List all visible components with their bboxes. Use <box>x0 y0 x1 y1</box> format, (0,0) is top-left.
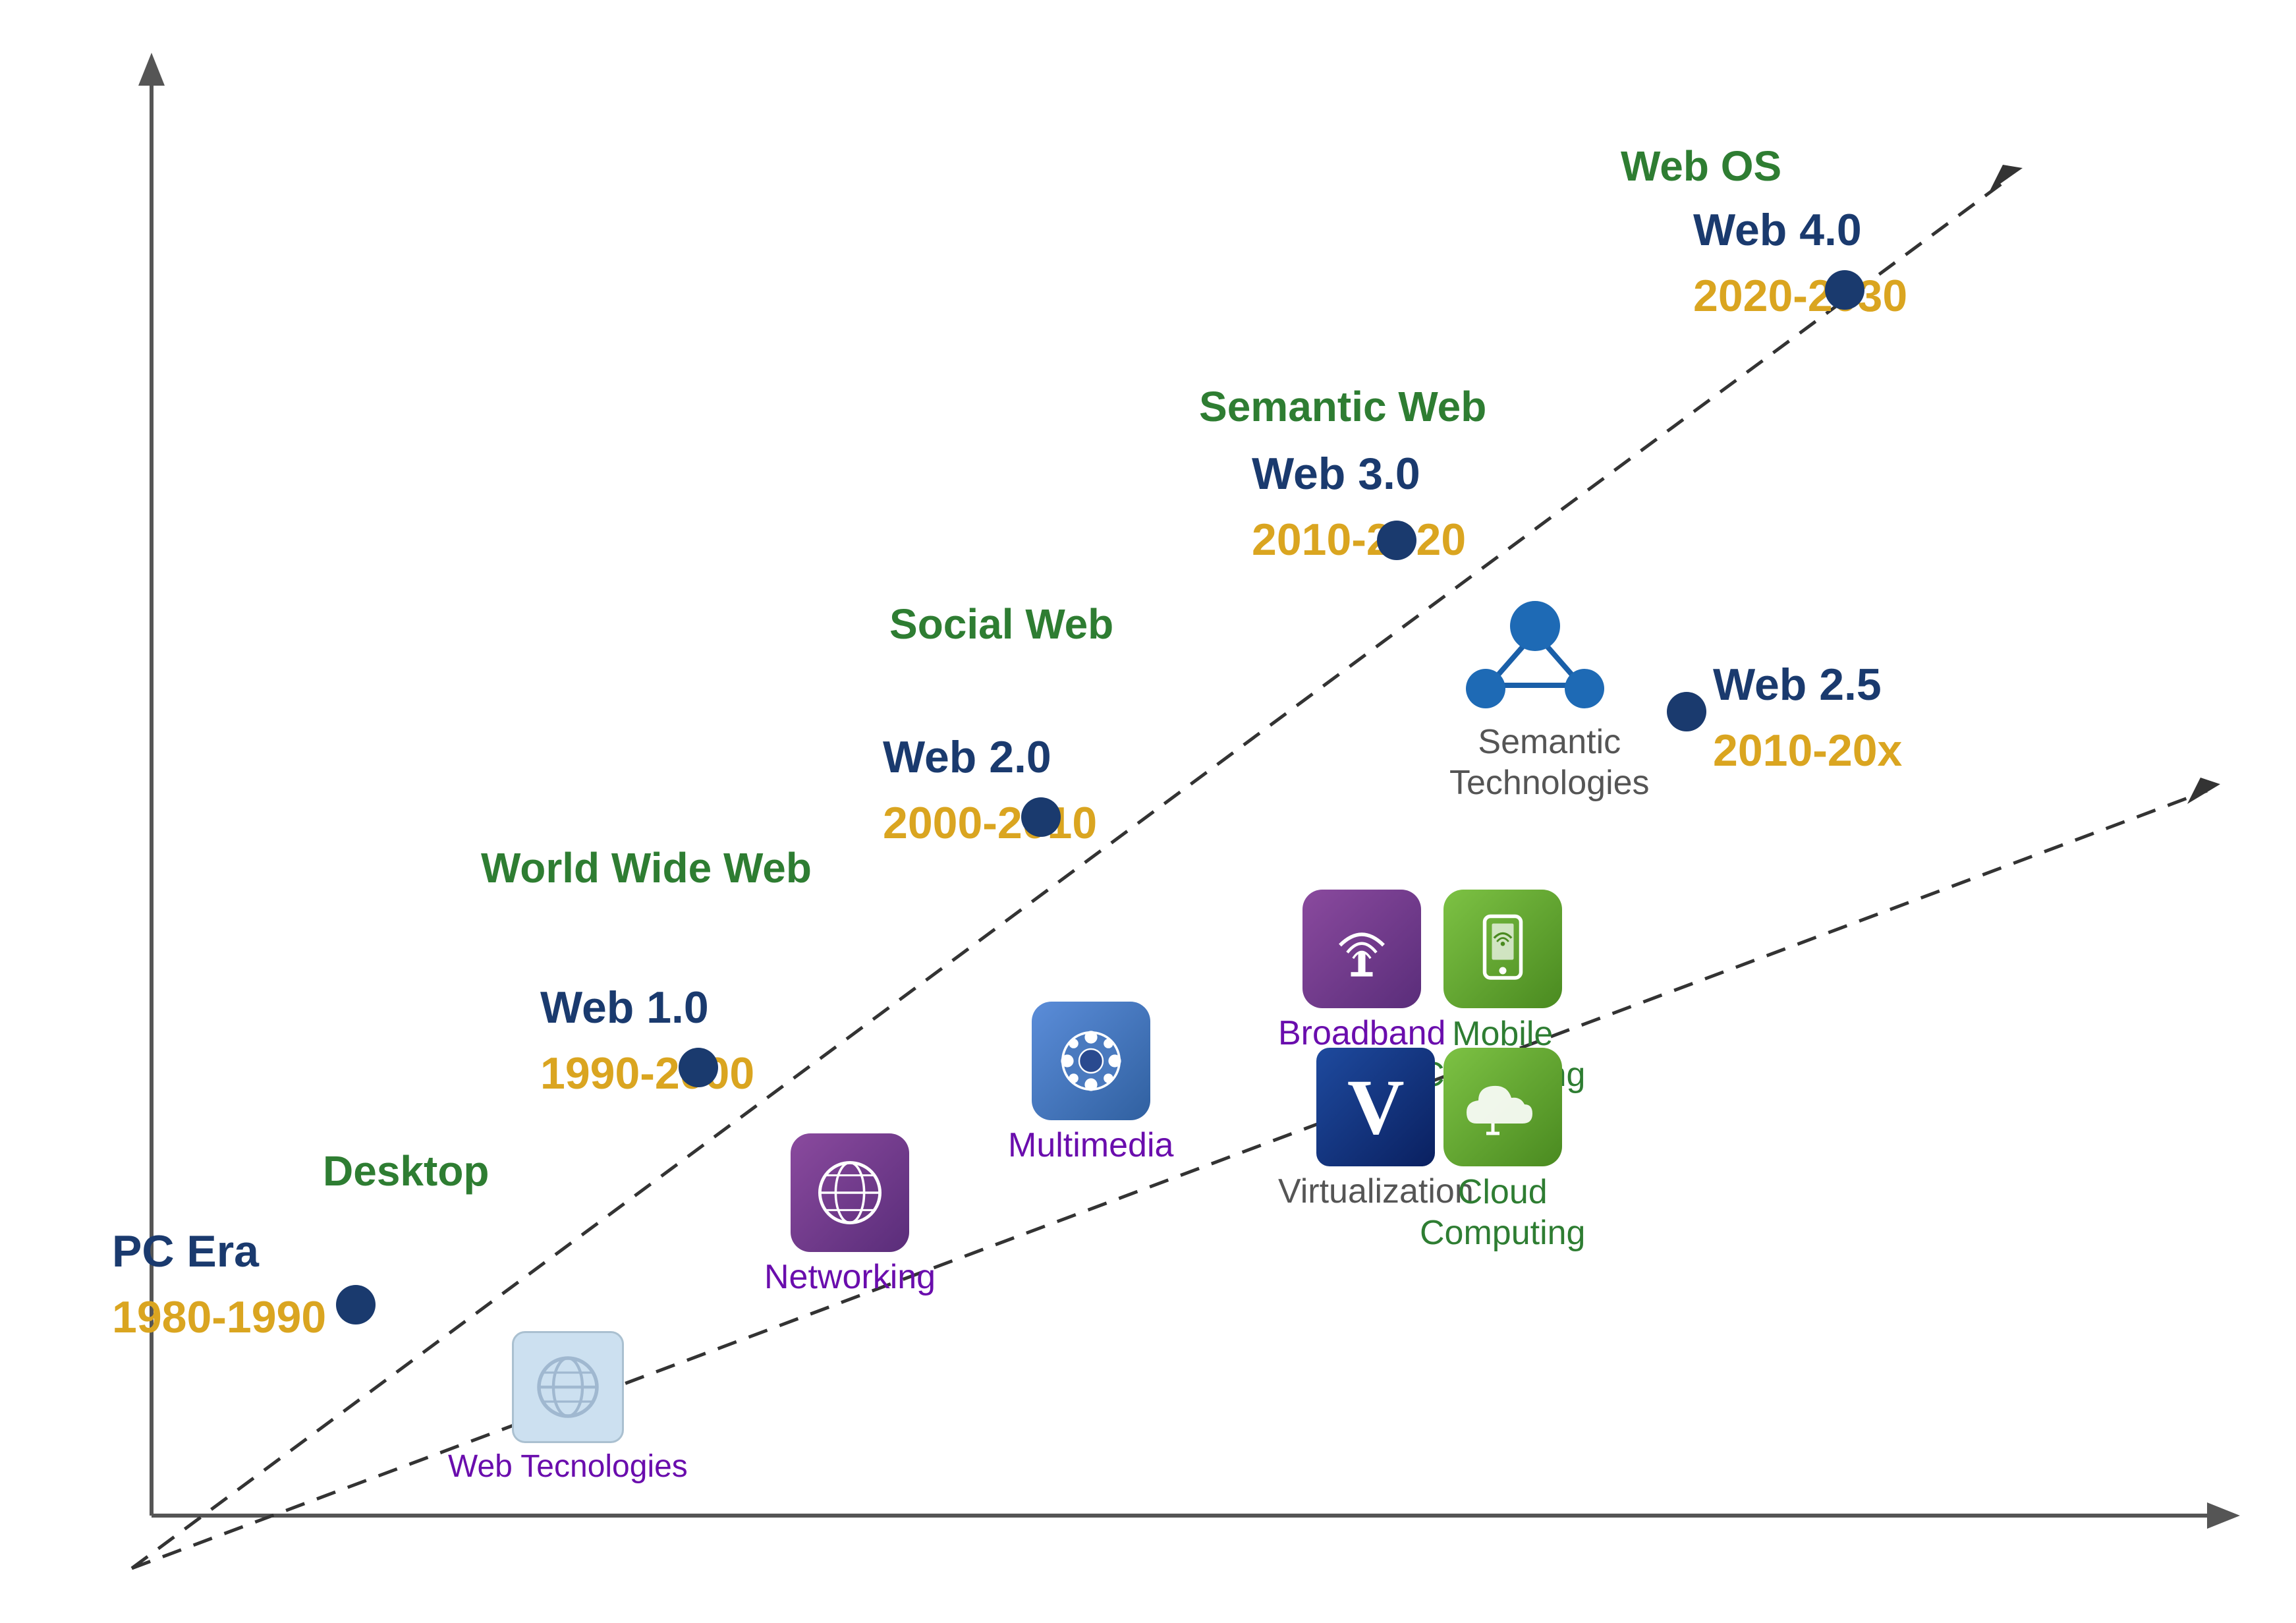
networking-label: Networking <box>764 1257 936 1297</box>
era-year-pc-era: 1980-1990 <box>112 1292 326 1343</box>
tech-label-semantic-web: Semantic Web <box>1199 382 1486 431</box>
chart-svg <box>0 0 2296 1623</box>
icon-networking: Networking <box>764 1133 936 1297</box>
icon-web-tech: Web Tecnologies <box>448 1331 688 1485</box>
tech-label-web-os: Web OS <box>1621 142 1781 190</box>
cloud-icon-visual <box>1443 1048 1562 1166</box>
dot-pc-era <box>336 1285 376 1324</box>
networking-icon-visual <box>791 1133 909 1252</box>
multimedia-icon-visual <box>1032 1002 1150 1120</box>
era-year-web40: 2020-2030 <box>1693 270 1907 322</box>
era-name-web25: Web 2.5 <box>1713 659 1882 710</box>
era-year-web25: 2010-20x <box>1713 725 1902 776</box>
virtualization-icon-visual: V <box>1316 1048 1435 1166</box>
dot-web40 <box>1825 270 1864 310</box>
era-name-web20: Web 2.0 <box>883 731 1051 783</box>
broadband-icon-visual <box>1302 890 1421 1008</box>
era-year-web20: 2000-2010 <box>883 797 1097 849</box>
era-name-pc-era: PC Era <box>112 1226 259 1277</box>
dot-web30 <box>1377 521 1416 560</box>
semantic-tech-label: SemanticTechnologies <box>1449 722 1650 804</box>
era-name-web30: Web 3.0 <box>1252 448 1420 499</box>
era-year-web10: 1990-2000 <box>540 1048 754 1099</box>
web-tech-label: Web Tecnologies <box>448 1448 688 1485</box>
era-name-web40: Web 4.0 <box>1693 204 1862 256</box>
mobile-icon-visual <box>1443 890 1562 1008</box>
tech-label-social-web: Social Web <box>889 600 1113 648</box>
era-year-web30: 2010-2020 <box>1252 514 1466 565</box>
icon-multimedia: Multimedia <box>1008 1002 1173 1165</box>
tech-label-www: World Wide Web <box>481 843 812 892</box>
icon-cloud: CloudComputing <box>1420 1048 1585 1254</box>
semantic-tech-icon <box>1449 580 1621 725</box>
web-tech-icon-visual <box>512 1331 624 1443</box>
tech-label-desktop: Desktop <box>323 1147 490 1195</box>
cloud-label: CloudComputing <box>1420 1172 1585 1254</box>
era-name-web10: Web 1.0 <box>540 982 709 1033</box>
chart-container: Desktop World Wide Web Social Web Semantic … <box>0 0 2296 1623</box>
dot-web25 <box>1667 692 1706 731</box>
semantic-tech-group: SemanticTechnologies <box>1449 580 1650 804</box>
multimedia-label: Multimedia <box>1008 1125 1173 1165</box>
dot-web10 <box>679 1048 718 1087</box>
dot-web20 <box>1021 797 1061 837</box>
